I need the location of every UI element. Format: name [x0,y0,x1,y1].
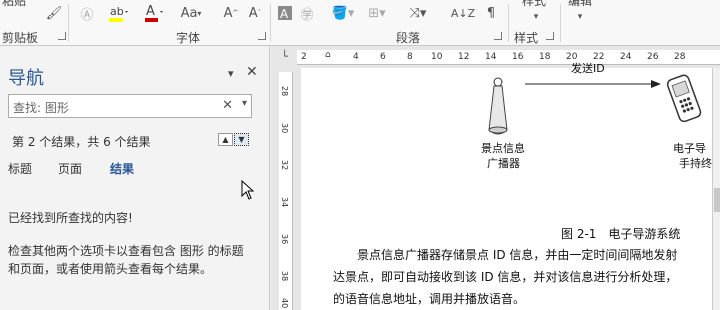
paste-label-fragment: 粘贴 [2,0,27,8]
highlight-color-icon[interactable]: ab [106,2,130,24]
svg-text:ab: ab [110,5,124,18]
scrollbar-thumb[interactable] [714,188,720,212]
editing-dropdown-icon[interactable]: ▾ [574,6,586,28]
styles-dropdown-icon[interactable]: ▾ [530,6,542,28]
close-icon[interactable]: ✕ [246,64,258,80]
found-message: 已经找到所查找的内容! [8,211,133,225]
styles-group-label: 样式 [514,31,539,45]
next-result-button[interactable]: ▼ [234,133,249,146]
ruler-tick-label: 2 [301,52,307,62]
ruler-tick-label: 28 [280,86,289,97]
shrink-font-icon[interactable]: Aˇ [246,2,264,24]
ruler-tick-label: 16 [512,52,524,62]
nav-pane-title: 导航 [8,68,44,89]
separator [68,4,69,42]
mouse-cursor-icon [241,180,255,200]
hint-message-line2: 和页面，或者使用箭头查看每个结果。 [8,262,213,276]
previous-result-button[interactable]: ▲ [218,133,233,146]
navigation-pane: 导航 ▾ ✕ 查找: 图形 ✕ ▾ 第 2 个结果，共 6 个结果 ▲ ▼ 标题… [0,46,270,310]
ruler-tick-label: 34 [280,197,289,208]
ruler-tick-label: 14 [485,52,497,62]
ruler-tick-label: 26 [647,52,659,62]
broadcaster-label-line2: 广播器 [487,157,520,170]
horizontal-ruler[interactable]: 2 ⌂ 4 6 8 10 12 14 16 18 20 22 24 26 28 [297,50,720,65]
broadcaster-icon [488,77,508,135]
ruler-tick-label: 10 [431,52,443,62]
ruler-tick-label: 4 [353,52,359,62]
grow-font-icon[interactable]: A ^ [222,2,240,24]
tab-results[interactable]: 结果 [110,160,134,177]
font-dialog-launcher[interactable] [258,32,266,40]
separator [270,4,271,42]
tab-selector-icon[interactable]: └ [277,50,292,65]
handheld-terminal-icon [666,74,702,123]
chinese-layout-icon[interactable]: ⤨▾ [404,2,432,24]
send-id-label: 发送ID [571,62,605,75]
sort-icon[interactable]: A↓Z [451,2,475,24]
body-text-line: 景点信息广播器存储景点 ID 信息，并由一定时间间隔地发射 [357,248,678,262]
show-marks-icon[interactable]: ¶ [482,2,500,24]
svg-text:A: A [280,7,289,21]
result-count: 第 2 个结果，共 6 个结果 [12,135,151,149]
body-text-line: 的语音信息地址，调用并播放语音。 [333,292,526,306]
clear-search-icon[interactable]: ✕ [222,98,233,113]
ruler-tick-label: 32 [280,160,289,171]
search-options-icon[interactable]: ▾ [242,98,247,109]
document-page[interactable]: 发送ID 景点信息 广播器 电子导 手持终 图 2-1 电子导游系统 景点信息广… [301,62,720,310]
ruler-tick-label: 30 [280,123,289,134]
change-case-button[interactable]: Aa ▾ [176,2,206,24]
ruler-tick-label: 36 [280,234,289,245]
ruler-tick-label: 18 [539,52,551,62]
document-area: └ 2 ⌂ 4 6 8 10 12 14 16 18 20 22 24 26 2… [271,46,720,310]
enclose-characters-icon[interactable]: ㊫ [298,2,316,24]
ruler-tick-label: 24 [620,52,632,62]
ruler-tick-label: 38 [280,271,289,282]
ruler-tick-label: 28 [674,52,686,62]
ribbon: 粘贴 🖌 Ⓐ ab A Aa ▾ A ^ Aˇ 字体 剪贴板 A ㊫ 🪣▾ ⊞▾ ⤨… [0,0,720,46]
paragraph-group-label: 段落 [396,31,421,45]
body-text-line: 达景点，即可自动接收到该 ID 信息，并对该信息进行分析处理， [333,270,678,284]
ruler-tick-label: 12 [458,52,470,62]
indent-marker-icon[interactable]: ⌂ [325,50,331,60]
tab-pages[interactable]: 页面 [58,160,82,177]
handheld-label-line1: 电子导 [673,142,706,155]
clipboard-dialog-launcher[interactable] [58,32,66,40]
pane-options-icon[interactable]: ▾ [228,67,234,80]
shading-icon[interactable]: 🪣▾ [330,2,356,24]
borders-icon[interactable]: ⊞▾ [364,2,390,24]
vertical-scrollbar[interactable] [712,68,720,310]
font-group-label: 字体 [176,31,201,45]
clipboard-group-label: 剪贴板 [2,31,39,45]
font-color-icon[interactable]: A [142,2,166,24]
hint-message-line1: 检查其他两个选项卡以查看包含 图形 的标题 [8,244,244,258]
vertical-ruler[interactable]: 28 30 32 34 36 38 40 [279,72,293,310]
search-input-value: 查找: 图形 [13,101,69,115]
handheld-label-line2: 手持终 [679,157,712,170]
svg-text:A: A [146,4,155,19]
ruler-tick-label: 8 [407,52,413,62]
paragraph-dialog-launcher[interactable] [494,32,502,40]
ruler-tick-label: 6 [380,52,386,62]
tab-headings[interactable]: 标题 [8,160,32,177]
separator [508,4,509,42]
separator [560,4,561,42]
broadcaster-label-line1: 景点信息 [481,142,525,155]
text-effects-icon[interactable]: Ⓐ [76,2,98,24]
character-shading-icon[interactable]: A [276,2,294,24]
format-painter-icon[interactable]: 🖌 [44,2,64,24]
ruler-tick-label: 40 [280,298,289,309]
styles-dialog-launcher[interactable] [546,32,554,40]
figure-caption: 图 2-1 电子导游系统 [561,227,681,241]
search-input[interactable]: 查找: 图形 ✕ ▾ [8,94,252,118]
